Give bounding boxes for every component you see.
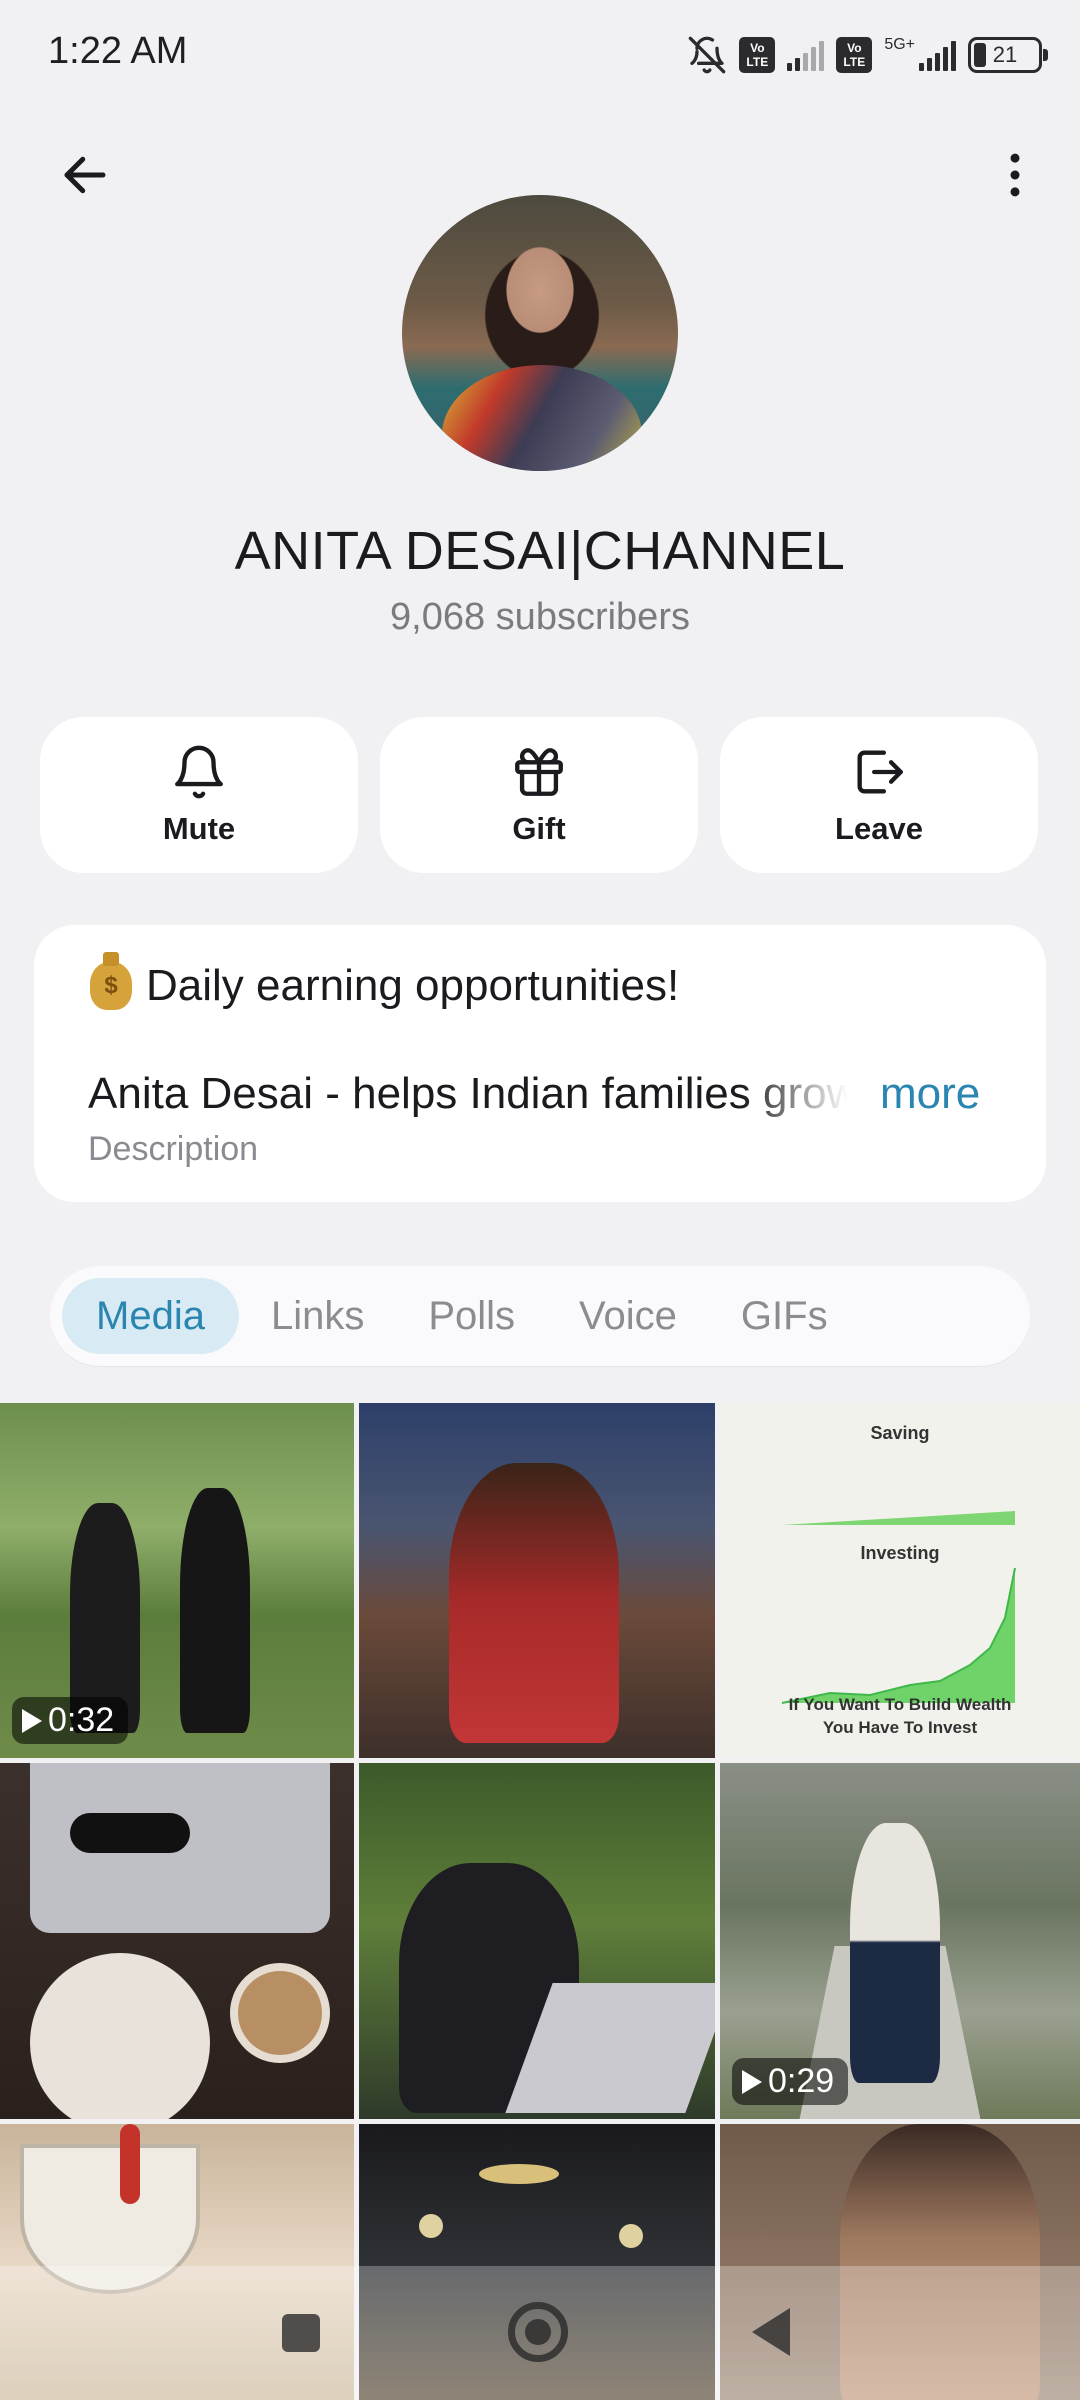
- media-tabs: Media Links Polls Voice GIFs: [50, 1266, 1030, 1366]
- gift-label: Gift: [512, 811, 566, 846]
- channel-info-card: $ Daily earning opportunities! Anita Des…: [34, 925, 1046, 1202]
- channel-avatar[interactable]: [402, 195, 678, 471]
- leave-button[interactable]: Leave: [720, 717, 1038, 873]
- media-item-photo[interactable]: [0, 1763, 354, 2119]
- tab-links[interactable]: Links: [239, 1278, 396, 1354]
- svg-text:Saving: Saving: [870, 1423, 929, 1443]
- mute-label: Mute: [162, 811, 236, 846]
- system-back-button[interactable]: [752, 2308, 790, 2356]
- description-label: Description: [88, 1130, 259, 1168]
- home-button[interactable]: [508, 2302, 568, 2362]
- gift-icon: [515, 748, 563, 796]
- status-icons: Vo LTE Vo LTE 5G+ 21: [687, 30, 1048, 80]
- avatar-image: [442, 365, 642, 471]
- battery-icon: 21: [968, 37, 1048, 73]
- person-figure: [850, 1823, 940, 2083]
- more-options-button[interactable]: [980, 140, 1050, 210]
- recent-apps-button[interactable]: [282, 2314, 320, 2352]
- volte-icon: Vo LTE: [739, 37, 776, 73]
- home-icon: [525, 2319, 551, 2345]
- more-link[interactable]: more: [880, 1069, 980, 1119]
- tab-voice[interactable]: Voice: [547, 1278, 709, 1354]
- person-figure: [449, 1463, 619, 1743]
- media-item-photo[interactable]: [359, 1763, 715, 2119]
- video-duration: 0:29: [732, 2058, 849, 2105]
- media-item-video[interactable]: 0:29: [720, 1763, 1080, 2119]
- media-item-photo[interactable]: [359, 1403, 715, 1758]
- status-time: 1:22 AM: [48, 30, 188, 72]
- coffee-cup-shape: [230, 1963, 330, 2063]
- back-button[interactable]: [50, 140, 120, 210]
- volte-icon: Vo LTE: [836, 37, 873, 73]
- action-row: Mute Gift Leave: [40, 717, 1040, 873]
- mute-button[interactable]: Mute: [40, 717, 358, 873]
- signal-icon: [919, 39, 956, 71]
- ceiling-light-shape: [479, 2164, 559, 2184]
- bell-icon: [175, 745, 223, 799]
- more-vertical-icon: [1010, 153, 1020, 197]
- promo-text: Daily earning opportunities!: [146, 961, 680, 1010]
- ceiling-light-shape: [419, 2214, 443, 2238]
- savings-chart-thumbnail: Saving Investing If You Want To Build We…: [781, 1423, 1016, 1737]
- leave-label: Leave: [835, 811, 923, 846]
- svg-text:You Have To Invest: You Have To Invest: [823, 1718, 978, 1737]
- ceiling-light-shape: [619, 2224, 643, 2248]
- channel-name: ANITA DESAI|CHANNEL: [234, 521, 846, 581]
- leave-icon: [857, 750, 903, 794]
- bell-off-icon: [688, 36, 726, 74]
- tab-gifs[interactable]: GIFs: [709, 1278, 860, 1354]
- gift-button[interactable]: Gift: [380, 717, 698, 873]
- subscriber-count: 9,068 subscribers: [390, 596, 690, 638]
- promo-line: $ Daily earning opportunities!: [90, 952, 680, 1011]
- status-bar: 1:22 AM Vo LTE Vo LTE 5G+ 21: [0, 0, 1080, 110]
- media-item-video[interactable]: 0:32: [0, 1403, 354, 1758]
- arrow-left-icon: [64, 156, 106, 194]
- dessert-garnish-shape: [120, 2124, 140, 2204]
- tab-polls[interactable]: Polls: [396, 1278, 547, 1354]
- svg-text:If You Want To Build Wealth: If You Want To Build Wealth: [789, 1695, 1012, 1714]
- person-figure: [180, 1488, 250, 1733]
- system-nav-bar: [0, 2266, 1080, 2400]
- media-item-infographic[interactable]: Saving Investing If You Want To Build We…: [720, 1403, 1080, 1758]
- signal-icon: [787, 39, 825, 71]
- money-bag-icon: $: [90, 952, 132, 1010]
- svg-text:Investing: Investing: [860, 1543, 939, 1563]
- plate-shape: [30, 1953, 210, 2119]
- channel-description: Anita Desai - helps Indian families grow…: [88, 1069, 848, 1118]
- media-grid: 0:32 Saving Investing If You Want To Bui…: [0, 1403, 1080, 2400]
- sunglasses-shape: [70, 1813, 190, 1853]
- network-type: 5G+: [884, 36, 915, 53]
- video-duration: 0:32: [12, 1697, 129, 1744]
- tab-media[interactable]: Media: [62, 1278, 239, 1354]
- battery-level: 21: [992, 42, 1018, 67]
